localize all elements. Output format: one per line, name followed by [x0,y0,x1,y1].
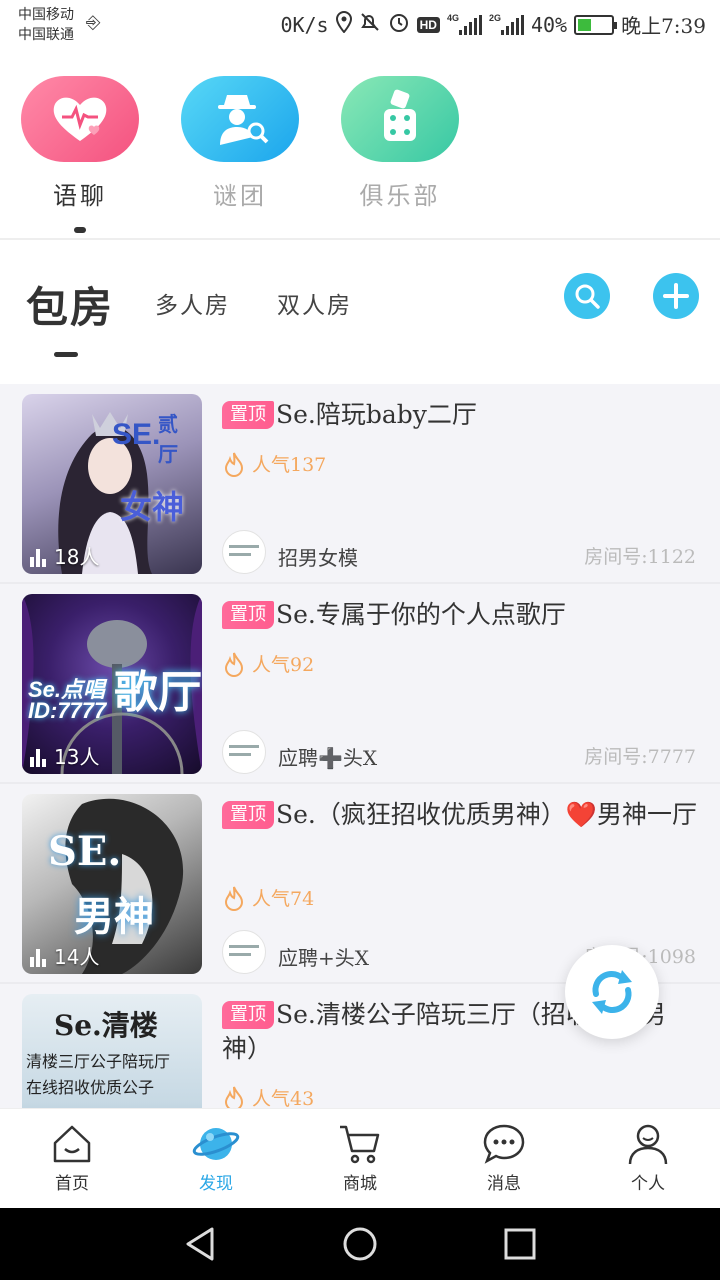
category-club[interactable]: 俱乐部 [341,76,459,211]
location-icon [335,10,352,38]
mute-icon [359,11,381,38]
person-icon [628,1124,668,1165]
carrier-1: 中国移动 [18,7,74,23]
clock: 晚上7:39 [621,14,706,38]
member-count: 14人 [30,941,99,970]
search-icon [575,284,600,309]
category-header: 语聊 谜团 俱乐部 [0,52,720,240]
category-label: 谜团 [213,182,267,210]
room-cover-image: SE. 男神 14人 [22,794,202,974]
detective-icon [181,76,299,162]
tab-private-room[interactable]: 包房 [26,274,114,335]
room-title: 置顶 Se.（疯狂招收优质男神）❤️男神一厅 [222,798,702,832]
nav-discover[interactable]: 发现 [166,1123,266,1194]
host-avatar [222,730,266,774]
pinned-badge: 置顶 [222,801,274,829]
signal-2g-icon: 2G [489,13,524,35]
active-indicator [74,227,86,233]
nav-shop[interactable]: 商城 [310,1123,410,1194]
host-name: 应聘+头X [278,946,369,970]
host-avatar [222,930,266,974]
room-title: 置顶 Se.陪玩baby二厅 [222,398,702,432]
tab-double-room[interactable]: 双人房 [277,286,352,320]
room-cover-image: SE. 贰 厅 女神 18人 [22,394,202,574]
room-number: 房间号:1122 [584,546,696,568]
room-title: 置顶 Se.专属于你的个人点歌厅 [222,598,702,632]
member-count: 18人 [30,541,99,570]
host-name: 应聘➕头X [278,746,378,770]
cart-icon [340,1125,380,1164]
member-count: 13人 [30,741,99,770]
popularity: 人气137 [224,450,326,477]
room-cover-image: Se.点唱 ID:7777 歌厅 13人 [22,594,202,774]
bar-chart-icon [30,749,46,767]
tab-multi-room[interactable]: 多人房 [155,286,230,320]
planet-icon [192,1128,240,1160]
network-speed: 0K/s [280,12,329,37]
search-button[interactable] [564,273,610,319]
host-avatar [222,530,266,574]
carrier-info: 中国移动 中国联通 [18,5,74,45]
flame-icon [224,652,244,677]
category-label: 俱乐部 [359,182,441,210]
nav-home[interactable]: 首页 [22,1123,122,1194]
bottom-nav: 首页 发现 商城 消息 个人 [0,1108,720,1208]
chat-bubble-icon [483,1124,525,1164]
nav-messages[interactable]: 消息 [454,1123,554,1194]
room-card[interactable]: Se.点唱 ID:7777 歌厅 13人 置顶 Se.专属于你的个人点歌厅 人气9… [0,584,720,784]
category-label: 语聊 [53,182,107,210]
popularity: 人气74 [224,884,314,911]
flame-icon [224,1086,244,1108]
category-voice-chat[interactable]: 语聊 [21,76,139,233]
room-tabs: 包房 多人房 双人房 [0,240,720,384]
refresh-icon [592,970,632,1014]
category-mystery[interactable]: 谜团 [181,76,299,211]
popularity: 人气43 [224,1084,314,1108]
status-bar: 中国移动 中国联通 ⎆ 0K/s HD 4G 2G 40% 晚上7:39 [0,0,720,52]
host-name: 招男女模 [278,546,358,570]
carrier-2: 中国联通 [18,27,74,43]
home-circle-icon[interactable] [342,1226,378,1262]
bar-chart-icon [30,549,46,567]
popularity: 人气92 [224,650,314,677]
back-icon[interactable] [182,1226,218,1262]
room-number: 房间号:7777 [584,746,696,768]
nav-profile[interactable]: 个人 [598,1123,698,1194]
flame-icon [224,886,244,911]
add-room-button[interactable] [653,273,699,319]
recents-icon[interactable] [502,1226,538,1262]
dice-icon [341,76,459,162]
bar-chart-icon [30,949,46,967]
usb-icon: ⎆ [86,12,101,33]
signal-4g-icon: 4G [447,13,482,35]
room-card[interactable]: SE. 贰 厅 女神 18人 置顶 Se.陪玩baby二厅 人气137 招男女模 … [0,384,720,584]
pinned-badge: 置顶 [222,1001,274,1029]
battery-percent: 40% [530,12,568,37]
room-cover-image: Se.清楼 清楼三厅公子陪玩厅 在线招收优质公子 [22,994,202,1108]
heart-icon [21,76,139,162]
refresh-button[interactable] [565,945,659,1039]
pinned-badge: 置顶 [222,401,274,429]
flame-icon [224,452,244,477]
system-nav-bar [0,1208,720,1280]
home-icon [53,1125,91,1163]
battery-icon [574,14,618,35]
plus-icon [663,283,689,309]
tab-indicator [54,352,78,357]
pinned-badge: 置顶 [222,601,274,629]
hd-icon: HD [416,16,440,33]
alarm-icon [388,11,410,38]
